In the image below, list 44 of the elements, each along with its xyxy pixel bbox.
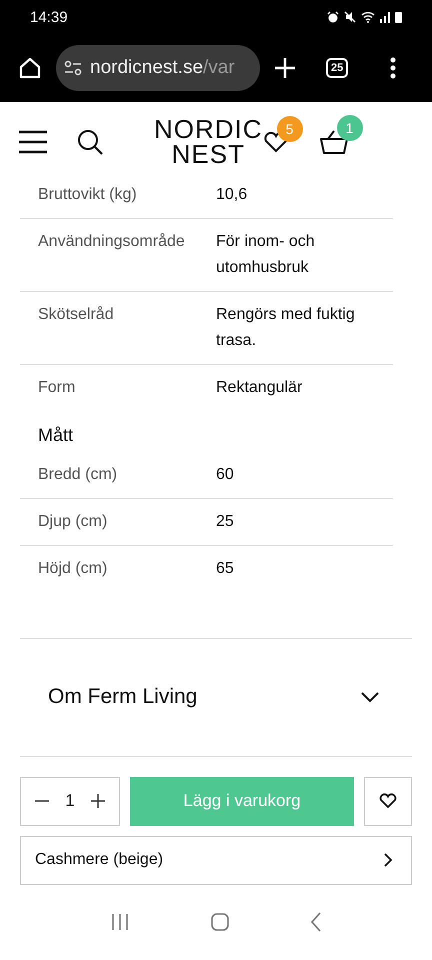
spec-value: 10,6 bbox=[216, 184, 248, 205]
recents-icon[interactable] bbox=[110, 913, 130, 932]
plus-icon[interactable] bbox=[90, 794, 105, 808]
menu-icon[interactable] bbox=[390, 57, 396, 80]
spec-label: Djup (cm) bbox=[38, 512, 108, 532]
count-badge: 5 bbox=[276, 116, 303, 142]
variant-selector[interactable]: Cashmere (beige) bbox=[20, 836, 412, 885]
wishlist-button[interactable] bbox=[364, 776, 412, 826]
spec-label: Användningsområde bbox=[38, 232, 186, 252]
chevron-icon bbox=[360, 691, 380, 704]
alarm-icon bbox=[327, 11, 339, 24]
spec-label: Bredd (cm) bbox=[38, 464, 118, 485]
accordion-header[interactable]: Om Ferm Living bbox=[20, 638, 412, 757]
quantity-value: 1 bbox=[65, 791, 75, 812]
spec-label: Bruttovikt (kg) bbox=[38, 184, 138, 205]
spec-value: 25 bbox=[216, 512, 235, 532]
spec-value: Rengörs med fuktig trasa. bbox=[216, 304, 356, 351]
home-icon[interactable] bbox=[18, 56, 42, 80]
spec-label: Höjd (cm) bbox=[38, 558, 108, 579]
quantity-stepper[interactable]: 1 bbox=[20, 776, 120, 826]
tab-count[interactable]: 25 bbox=[326, 58, 348, 78]
signal-icon bbox=[380, 11, 390, 24]
url-text[interactable]: nordicnest.se/var bbox=[90, 57, 235, 80]
address-bar[interactable]: nordicnest.se/var bbox=[56, 45, 260, 92]
mute-icon bbox=[344, 11, 356, 24]
chevron-icon bbox=[383, 853, 393, 868]
count-badge: 1 bbox=[336, 115, 363, 142]
spec-value: 65 bbox=[216, 558, 235, 579]
back-icon[interactable] bbox=[310, 912, 322, 932]
menu-icon[interactable] bbox=[18, 130, 48, 154]
heart-icon bbox=[379, 793, 397, 810]
wifi-icon bbox=[361, 11, 375, 24]
logo[interactable]: NORDIC NEST bbox=[154, 117, 263, 168]
spec-label: Skötselråd bbox=[38, 304, 115, 325]
search-icon[interactable] bbox=[76, 128, 104, 156]
battery-icon bbox=[395, 11, 402, 24]
spec-value: 60 bbox=[216, 464, 235, 485]
spec-label: Form bbox=[38, 378, 76, 398]
section-heading: Mått bbox=[37, 424, 74, 447]
site-settings-icon[interactable] bbox=[64, 60, 82, 76]
clock: 14:39 bbox=[30, 8, 68, 26]
spec-value: Rektangulär bbox=[216, 378, 304, 398]
home-button-icon[interactable] bbox=[210, 912, 230, 932]
spec-value: För inom- och utomhusbruk bbox=[216, 232, 316, 278]
